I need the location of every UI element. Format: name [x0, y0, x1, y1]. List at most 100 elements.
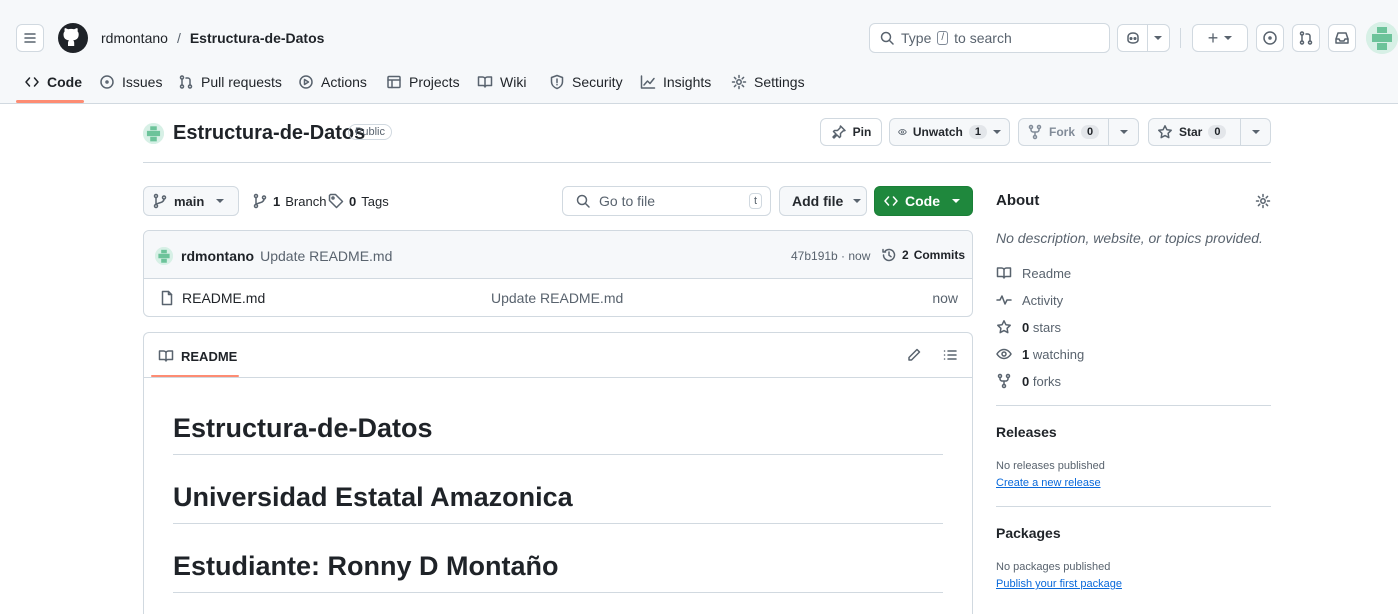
readme-header [144, 333, 972, 378]
stars-link[interactable]: 0 stars [996, 319, 1061, 335]
list-icon[interactable] [942, 347, 958, 363]
pin-button[interactable]: Pin [820, 118, 882, 146]
tab-insights-label: Insights [663, 74, 712, 90]
star-label: Star [1179, 125, 1203, 139]
heading-rule [173, 592, 943, 593]
tab-settings-label: Settings [754, 74, 805, 90]
tab-issues[interactable]: Issues [99, 72, 162, 92]
code-button[interactable]: Code [874, 186, 973, 216]
tab-settings[interactable]: Settings [731, 72, 805, 92]
repo-title[interactable]: Estructura-de-Datos [173, 122, 365, 145]
unwatch-label: Unwatch [912, 125, 963, 139]
global-header: rdmontano / Estructura-de-Datos Type / t… [0, 0, 1398, 104]
pencil-icon[interactable] [906, 347, 922, 363]
activity-link[interactable]: Activity [996, 292, 1063, 308]
branch-select[interactable]: main [143, 186, 239, 216]
tab-code-label: Code [47, 74, 82, 90]
search-placeholder-post: to search [954, 30, 1012, 46]
go-to-file-input[interactable]: Go to file t [562, 186, 771, 216]
chevron-down-icon [216, 199, 225, 203]
fork-dropdown-button[interactable] [1108, 118, 1139, 146]
create-new-button[interactable]: + [1192, 24, 1248, 52]
tab-actions[interactable]: Actions [298, 72, 367, 92]
forks-link[interactable]: 0 forks [996, 373, 1061, 389]
readme-tab[interactable]: README [158, 348, 237, 364]
issues-button[interactable] [1256, 24, 1284, 52]
tab-projects[interactable]: Projects [386, 72, 460, 92]
eye-icon [898, 129, 907, 135]
create-release-link[interactable]: Create a new release [996, 477, 1101, 489]
commit-message[interactable]: Update README.md [260, 248, 392, 264]
copilot-icon [1127, 32, 1139, 44]
issue-icon [1263, 31, 1277, 45]
star-dropdown-button[interactable] [1240, 118, 1271, 146]
readme-heading-2: Universidad Estatal Amazonica [173, 482, 573, 512]
user-avatar[interactable] [1366, 22, 1398, 54]
activity-link-label: Activity [1022, 292, 1064, 308]
chevron-down-icon [1224, 36, 1233, 40]
add-file-button[interactable]: Add file [779, 186, 867, 216]
chevron-down-icon [993, 130, 1001, 134]
file-name[interactable]: README.md [182, 290, 265, 306]
about-title: About [996, 192, 1040, 209]
tab-security[interactable]: Security [549, 72, 623, 92]
branches-link[interactable]: 1 Branch [252, 193, 326, 209]
repo-link[interactable]: Estructura-de-Datos [190, 30, 325, 46]
readme-link[interactable]: Readme [996, 265, 1071, 281]
watching-count: 1 [1022, 346, 1030, 362]
menu-button[interactable] [16, 24, 44, 52]
watching-label: watching [1032, 346, 1085, 362]
publish-package-link[interactable]: Publish your first package [996, 578, 1122, 590]
fork-icon [1028, 124, 1042, 140]
about-description: No description, website, or topics provi… [996, 230, 1263, 246]
search-input[interactable]: Type / to search [869, 23, 1110, 53]
tab-code[interactable]: Code [24, 72, 82, 92]
star-icon [997, 320, 1011, 334]
commits-label: Commits [913, 248, 966, 262]
eye-icon [996, 348, 1012, 360]
header-divider [1180, 28, 1181, 48]
book-icon [477, 76, 493, 88]
owner-link[interactable]: rdmontano [101, 30, 168, 46]
commit-sha-time[interactable]: 47b191b · now [791, 249, 870, 263]
inbox-button[interactable] [1328, 24, 1356, 52]
commit-author[interactable]: rdmontano [181, 248, 254, 264]
github-logo-icon[interactable] [57, 22, 89, 54]
tab-projects-label: Projects [409, 74, 460, 90]
file-table: rdmontano Update README.md 47b191b · now… [143, 230, 973, 317]
tags-link[interactable]: 0 Tags [328, 193, 389, 209]
packages-title[interactable]: Packages [996, 525, 1061, 541]
unwatch-button[interactable]: Unwatch 1 [889, 118, 1010, 146]
sidebar-divider [996, 405, 1271, 406]
tab-insights[interactable]: Insights [640, 72, 711, 92]
stars-label: stars [1032, 319, 1062, 335]
file-row[interactable]: README.md Update README.md now [144, 280, 972, 316]
search-icon [880, 31, 894, 45]
chevron-down-icon [1154, 36, 1162, 40]
chevron-down-icon [952, 199, 960, 203]
gear-icon[interactable] [1255, 193, 1271, 209]
copilot-button[interactable] [1117, 24, 1170, 52]
branches-label: Branch [285, 193, 327, 209]
readme-heading-1: Estructura-de-Datos [173, 413, 433, 443]
breadcrumb: rdmontano / Estructura-de-Datos [101, 30, 324, 46]
pull-requests-button[interactable] [1292, 24, 1320, 52]
commits-link[interactable]: 2 Commits [881, 247, 965, 263]
history-icon [882, 248, 896, 262]
play-icon [299, 75, 313, 89]
branch-name: main [174, 193, 205, 209]
tab-wiki[interactable]: Wiki [477, 72, 526, 92]
fork-button[interactable]: Fork 0 [1018, 118, 1109, 146]
watching-link[interactable]: 1 watching [996, 346, 1084, 362]
search-icon [576, 194, 590, 208]
releases-title[interactable]: Releases [996, 424, 1057, 440]
chevron-down-icon [1251, 130, 1260, 134]
gear-icon [731, 74, 747, 90]
file-commit-message[interactable]: Update README.md [491, 290, 623, 306]
file-time: now [932, 290, 958, 306]
branches-count: 1 [273, 193, 281, 209]
commit-author-avatar [155, 247, 173, 265]
tab-pull-requests[interactable]: Pull requests [178, 72, 282, 92]
star-button[interactable]: Star 0 [1148, 118, 1241, 146]
code-icon [25, 77, 39, 87]
